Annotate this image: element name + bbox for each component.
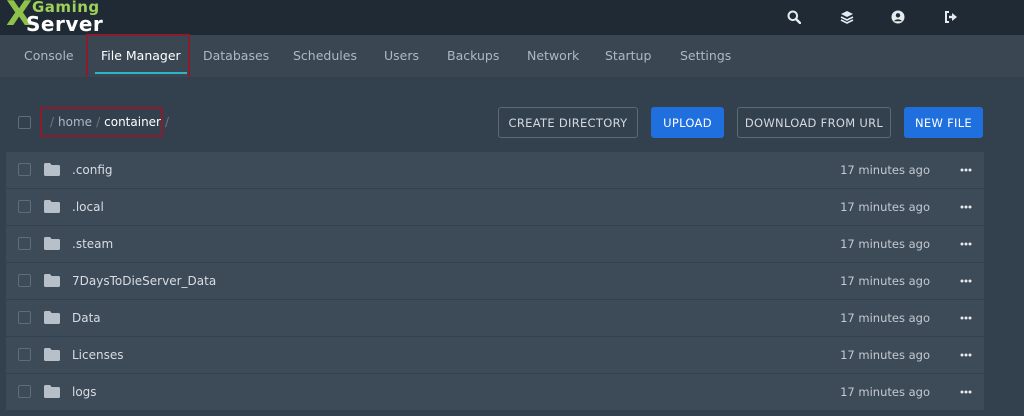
- more-options-icon[interactable]: [958, 236, 974, 252]
- file-list: .config 17 minutes ago .local 17 minutes…: [6, 152, 984, 411]
- file-name[interactable]: Data: [72, 300, 101, 336]
- download-from-url-button[interactable]: DOWNLOAD FROM URL: [737, 107, 891, 138]
- row-checkbox[interactable]: [18, 237, 31, 250]
- folder-icon: [44, 237, 60, 250]
- more-options-icon[interactable]: [958, 162, 974, 178]
- file-name[interactable]: .local: [72, 189, 104, 225]
- tab-users[interactable]: Users: [384, 35, 419, 77]
- folder-icon: [44, 348, 60, 361]
- search-icon[interactable]: [784, 7, 804, 27]
- tab-databases[interactable]: Databases: [203, 35, 269, 77]
- row-checkbox[interactable]: [18, 200, 31, 213]
- tab-file-manager[interactable]: File Manager: [95, 35, 187, 77]
- file-modified: 17 minutes ago: [840, 274, 930, 288]
- account-icon[interactable]: [888, 7, 908, 27]
- file-name[interactable]: .steam: [72, 226, 113, 262]
- file-modified: 17 minutes ago: [840, 200, 930, 214]
- more-options-icon[interactable]: [958, 310, 974, 326]
- breadcrumb-home[interactable]: home: [58, 115, 92, 129]
- row-checkbox[interactable]: [18, 348, 31, 361]
- file-modified: 17 minutes ago: [840, 385, 930, 399]
- file-modified: 17 minutes ago: [840, 237, 930, 251]
- file-row[interactable]: .config 17 minutes ago: [6, 152, 984, 188]
- breadcrumb-current[interactable]: container: [104, 115, 161, 129]
- more-options-icon[interactable]: [958, 384, 974, 400]
- layers-icon[interactable]: [837, 7, 857, 27]
- folder-icon: [44, 274, 60, 287]
- more-options-icon[interactable]: [958, 273, 974, 289]
- tab-schedules[interactable]: Schedules: [293, 35, 357, 77]
- file-row[interactable]: Licenses 17 minutes ago: [6, 337, 984, 373]
- folder-icon: [44, 200, 60, 213]
- file-row[interactable]: 7DaysToDieServer_Data 17 minutes ago: [6, 263, 984, 299]
- file-modified: 17 minutes ago: [840, 348, 930, 362]
- tab-backups[interactable]: Backups: [447, 35, 499, 77]
- tab-console[interactable]: Console: [24, 35, 74, 77]
- breadcrumb-separator: /: [164, 115, 170, 129]
- file-modified: 17 minutes ago: [840, 163, 930, 177]
- file-name[interactable]: 7DaysToDieServer_Data: [72, 263, 216, 299]
- file-name[interactable]: Licenses: [72, 337, 124, 373]
- server-nav: Console File Manager Databases Schedules…: [0, 35, 1024, 77]
- top-bar: X Gaming Server: [0, 0, 1024, 36]
- folder-icon: [44, 311, 60, 324]
- brand-line-2: Server: [26, 12, 104, 36]
- more-options-icon[interactable]: [958, 347, 974, 363]
- brand-logo[interactable]: X Gaming Server: [4, 0, 124, 36]
- folder-icon: [44, 163, 60, 176]
- tab-startup[interactable]: Startup: [605, 35, 651, 77]
- more-options-icon[interactable]: [958, 199, 974, 215]
- file-row[interactable]: .steam 17 minutes ago: [6, 226, 984, 262]
- logout-icon[interactable]: [941, 7, 961, 27]
- row-checkbox[interactable]: [18, 274, 31, 287]
- upload-button[interactable]: UPLOAD: [651, 107, 724, 138]
- row-checkbox[interactable]: [18, 385, 31, 398]
- row-checkbox[interactable]: [18, 163, 31, 176]
- select-all-checkbox[interactable]: [18, 116, 31, 129]
- file-row[interactable]: .local 17 minutes ago: [6, 189, 984, 225]
- breadcrumb-separator: /: [96, 115, 101, 129]
- file-name[interactable]: logs: [72, 374, 97, 410]
- folder-icon: [44, 385, 60, 398]
- tab-settings[interactable]: Settings: [680, 35, 731, 77]
- file-row[interactable]: logs 17 minutes ago: [6, 374, 984, 410]
- file-name[interactable]: .config: [72, 152, 113, 188]
- tab-network[interactable]: Network: [527, 35, 579, 77]
- breadcrumb: / home / container /: [40, 107, 169, 137]
- row-checkbox[interactable]: [18, 311, 31, 324]
- breadcrumb-separator: /: [50, 115, 55, 129]
- file-modified: 17 minutes ago: [840, 311, 930, 325]
- create-directory-button[interactable]: CREATE DIRECTORY: [498, 107, 638, 138]
- file-row[interactable]: Data 17 minutes ago: [6, 300, 984, 336]
- new-file-button[interactable]: NEW FILE: [904, 107, 983, 138]
